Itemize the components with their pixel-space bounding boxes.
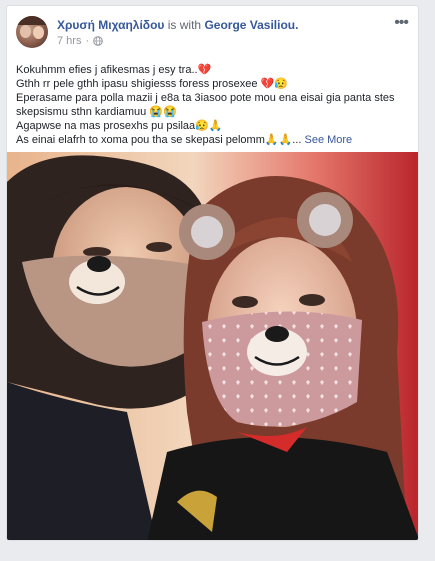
- timestamp-row: 7 hrs ·: [57, 35, 103, 47]
- post-line: Gthh rr pele gthh ipasu shigiesss foress…: [16, 78, 288, 90]
- author-name-link[interactable]: Χρυσή Μιχαηλίδου: [57, 18, 164, 32]
- with-text: is with: [167, 18, 202, 32]
- post-line: Eperasame para polla mazii j e8a ta 3ias…: [16, 92, 395, 118]
- see-more-link[interactable]: See More: [304, 134, 352, 146]
- post-card: Χρυσή Μιχαηλίδου is with George Vasiliou…: [6, 5, 419, 541]
- globe-icon[interactable]: [93, 36, 103, 46]
- post-line: Kokuhmm efies j afikesmas j esy tra..💔: [16, 64, 212, 76]
- ellipsis-icon[interactable]: •••: [394, 15, 409, 31]
- author-line: Χρυσή Μιχαηλίδου is with George Vasiliou…: [57, 18, 298, 32]
- post-time[interactable]: 7 hrs: [57, 35, 81, 47]
- tagged-user-link[interactable]: George Vasiliou.: [204, 18, 298, 32]
- post-line: As einai elafrh to xoma pou tha se skepa…: [16, 134, 353, 146]
- page-bottom-strip: [0, 541, 435, 561]
- post-text: Kokuhmm efies j afikesmas j esy tra..💔 G…: [16, 63, 411, 147]
- post-photo[interactable]: [7, 152, 419, 541]
- post-header: Χρυσή Μιχαηλίδου is with George Vasiliou…: [7, 6, 418, 56]
- author-avatar[interactable]: [16, 16, 48, 48]
- post-line: Agapwse na mas prosexhs pu psilaa😥🙏: [16, 120, 223, 132]
